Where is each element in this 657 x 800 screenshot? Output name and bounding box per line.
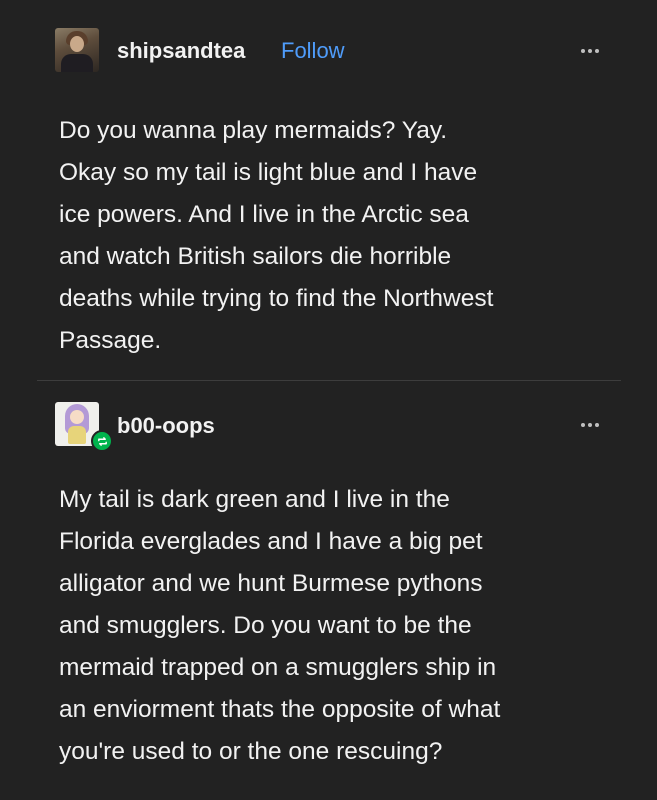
post-body: My tail is dark green and I live in the … [59, 486, 501, 765]
username[interactable]: shipsandtea [117, 38, 245, 64]
dot [581, 423, 585, 427]
dot [595, 423, 599, 427]
username[interactable]: b00-oops [117, 413, 215, 439]
dot [581, 49, 585, 53]
more-options-icon[interactable] [581, 422, 599, 428]
dot [595, 49, 599, 53]
post-divider [37, 380, 621, 381]
post-shipsandtea: shipsandtea Follow Do you wanna play mer… [0, 0, 657, 380]
post-b00-oops: b00-oops My tail is dark green and I liv… [0, 383, 657, 800]
dot [588, 423, 592, 427]
avatar-body [68, 426, 86, 444]
reblog-icon [91, 430, 113, 452]
post-body: Do you wanna play mermaids? Yay. Okay so… [59, 117, 494, 354]
avatar[interactable] [55, 28, 99, 72]
avatar-face [70, 36, 84, 52]
follow-button[interactable]: Follow [281, 38, 345, 64]
more-options-icon[interactable] [581, 48, 599, 54]
avatar-coat [61, 54, 93, 72]
dot [588, 49, 592, 53]
avatar-face [70, 410, 84, 424]
